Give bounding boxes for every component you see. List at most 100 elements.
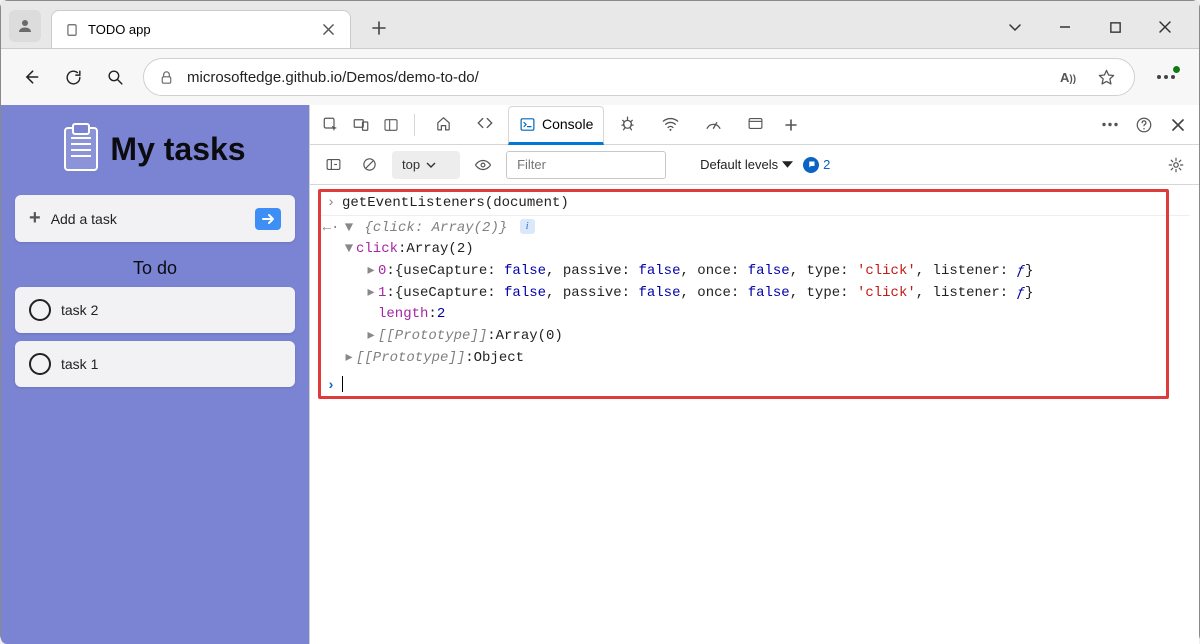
nav-refresh-button[interactable] — [59, 63, 87, 91]
favorite-button[interactable] — [1092, 63, 1120, 91]
clipboard-icon — [64, 127, 98, 171]
task-row[interactable]: task 2 — [15, 287, 295, 333]
text-cursor-icon — [342, 376, 343, 392]
inspect-element-button[interactable] — [318, 112, 344, 138]
console-array-entry[interactable]: ▸ 0: {useCapture: false, passive: false,… — [320, 261, 1189, 283]
chevron-down-icon — [1007, 19, 1023, 35]
log-levels-label: Default levels — [700, 157, 778, 172]
tab-close-button[interactable] — [320, 22, 336, 38]
performance-icon — [704, 114, 723, 133]
devtools-close-button[interactable] — [1165, 112, 1191, 138]
gear-icon — [1167, 156, 1185, 174]
new-tab-button[interactable] — [363, 12, 395, 44]
browser-tab-active[interactable]: TODO app — [51, 10, 351, 48]
console-icon — [519, 116, 536, 133]
issues-count: 2 — [823, 157, 830, 172]
prop-val: Array(2) — [406, 239, 473, 261]
console-filter-input[interactable] — [506, 151, 666, 179]
window-maximize-button[interactable] — [1097, 12, 1133, 42]
tab-sources[interactable] — [608, 105, 647, 144]
tab-console[interactable]: Console — [508, 106, 604, 145]
prop-key: length — [378, 304, 428, 326]
wifi-icon — [661, 114, 680, 133]
device-toolbar-button[interactable] — [348, 112, 374, 138]
settings-more-button[interactable] — [1149, 63, 1183, 91]
console-sidebar-toggle[interactable] — [320, 152, 346, 178]
tab-application[interactable] — [737, 105, 774, 144]
console-prompt[interactable]: › — [320, 376, 1189, 398]
log-levels-selector[interactable]: Default levels — [700, 157, 793, 172]
activity-bar-button[interactable] — [378, 112, 404, 138]
info-badge-icon[interactable]: i — [520, 219, 535, 234]
inspect-icon — [322, 116, 340, 134]
help-icon — [1135, 116, 1153, 134]
account-menu-button[interactable] — [997, 12, 1033, 42]
console-object-property[interactable]: ▼ click: Array(2) — [320, 239, 1189, 261]
read-aloud-button[interactable]: A)) — [1054, 63, 1082, 91]
tab-performance[interactable] — [694, 105, 733, 144]
console-result-summary[interactable]: ←· ▼ {click: Array(2)} i — [320, 215, 1189, 240]
disclosure-triangle-icon[interactable]: ▸ — [364, 283, 378, 305]
more-tabs-button[interactable] — [778, 112, 804, 138]
close-icon — [1158, 20, 1172, 34]
chevron-right-icon: › — [320, 376, 342, 398]
prop-key: [[Prototype]] — [378, 326, 487, 348]
omnibox[interactable]: A)) — [143, 58, 1135, 96]
nav-search-button[interactable] — [101, 63, 129, 91]
console-array-entry[interactable]: ▸ 1: {useCapture: false, passive: false,… — [320, 283, 1189, 305]
window-close-button[interactable] — [1147, 12, 1183, 42]
entry-index: 1 — [378, 283, 386, 305]
devtools-panel: Console — [309, 105, 1199, 644]
url-input[interactable] — [185, 68, 1044, 87]
console-object-property[interactable]: length: 2 — [320, 304, 1189, 326]
caret-down-icon — [782, 161, 793, 168]
tab-welcome[interactable] — [425, 105, 462, 144]
task-checkbox[interactable] — [29, 353, 51, 375]
brace: } — [499, 220, 507, 236]
disclosure-triangle-icon[interactable]: ▸ — [342, 348, 356, 370]
disclosure-triangle-icon[interactable]: ▸ — [364, 326, 378, 348]
context-selector[interactable]: top — [392, 151, 460, 179]
tab-title: TODO app — [88, 22, 312, 37]
disclosure-triangle-icon[interactable]: ▼ — [342, 239, 356, 261]
disclosure-triangle-icon[interactable]: ▼ — [342, 218, 356, 240]
issues-indicator[interactable]: 2 — [803, 157, 830, 173]
profile-button[interactable] — [9, 10, 41, 42]
window-minimize-button[interactable] — [1047, 12, 1083, 42]
console-settings-button[interactable] — [1163, 152, 1189, 178]
browser-titlebar: TODO app — [1, 1, 1199, 49]
devtools-more-button[interactable] — [1097, 112, 1123, 138]
window-icon — [747, 115, 764, 132]
add-task-button[interactable]: + Add a task — [15, 195, 295, 242]
entry-index: 0 — [378, 261, 386, 283]
person-icon — [16, 17, 34, 35]
more-icon — [1101, 122, 1119, 127]
console-toolbar: top Default levels 2 — [310, 145, 1199, 185]
notification-dot-icon — [1172, 65, 1181, 74]
console-object-property[interactable]: ▸ [[Prototype]]: Array(0) — [320, 326, 1189, 348]
task-checkbox[interactable] — [29, 299, 51, 321]
clear-icon — [361, 156, 378, 173]
add-task-label: Add a task — [51, 211, 117, 227]
nav-back-button[interactable] — [17, 63, 45, 91]
submit-task-button[interactable] — [255, 208, 281, 230]
site-info-button[interactable] — [158, 69, 175, 86]
disclosure-triangle-icon[interactable]: ▸ — [364, 261, 378, 283]
tab-network[interactable] — [651, 105, 690, 144]
prop-val: Object — [474, 348, 524, 370]
panel-left-icon — [325, 156, 342, 173]
bug-icon — [618, 114, 637, 133]
devtools-tabstrip: Console — [310, 105, 1199, 145]
summary-val: Array(2) — [432, 220, 499, 236]
live-expression-button[interactable] — [470, 152, 496, 178]
eye-icon — [474, 156, 492, 174]
todo-app-panel: My tasks + Add a task To do task 2 task … — [1, 105, 309, 644]
devtools-help-button[interactable] — [1131, 112, 1157, 138]
clear-console-button[interactable] — [356, 152, 382, 178]
task-row[interactable]: task 1 — [15, 341, 295, 387]
tab-elements[interactable] — [466, 105, 504, 144]
console-output[interactable]: › getEventListeners(document) ←· ▼ {clic… — [310, 185, 1199, 644]
prop-val: 2 — [437, 304, 445, 326]
section-heading-todo: To do — [11, 258, 299, 279]
console-object-property[interactable]: ▸ [[Prototype]]: Object — [320, 348, 1189, 370]
